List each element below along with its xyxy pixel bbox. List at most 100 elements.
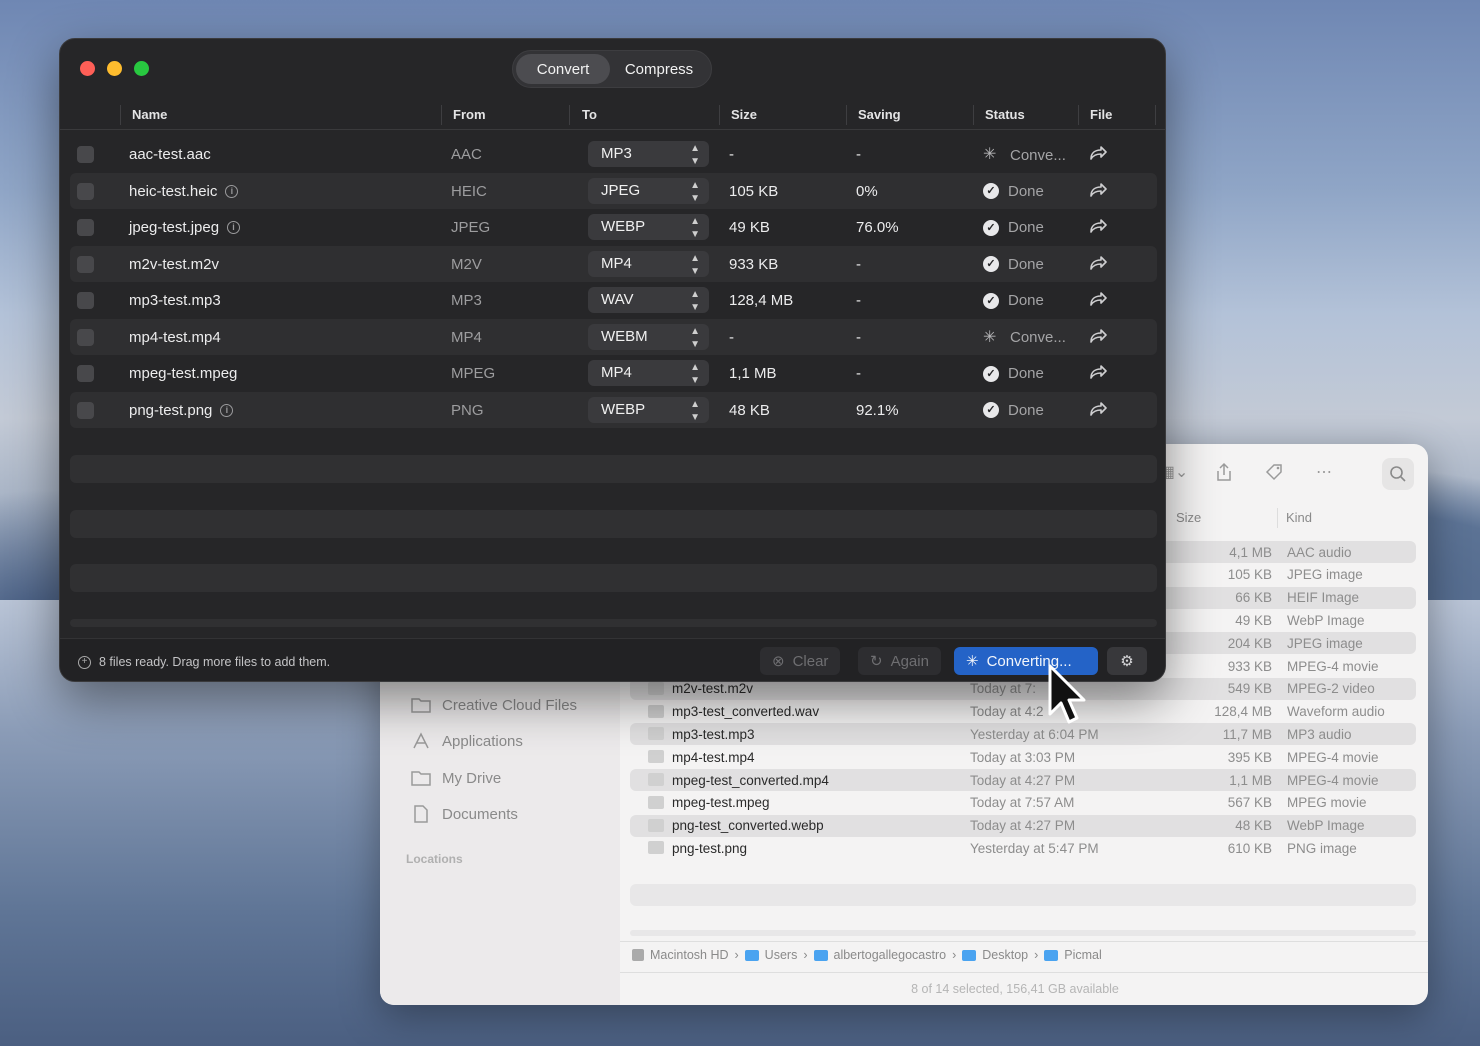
file-name: mp3-test_converted.wav [672,704,820,720]
file-name: mpeg-test.mpeg [672,795,770,811]
sidebar-item-my-drive[interactable]: My Drive [410,764,501,792]
size-value: 49 KB [729,219,770,236]
sidebar-item-documents[interactable]: Documents [410,800,518,828]
row-checkbox[interactable] [77,219,94,236]
checkmark-icon: ✓ [983,402,999,418]
file-kind: MPEG-4 movie [1287,772,1379,788]
from-format: MPEG [451,365,496,382]
to-format-select[interactable]: MP3 ▲ ▼ [588,141,709,167]
path-item[interactable]: albertogallegocastro [834,948,947,962]
clear-button[interactable]: ⊗ Clear [760,647,841,675]
again-button[interactable]: ↻ Again [858,647,941,675]
search-icon[interactable] [1382,458,1414,490]
share-arrow-icon[interactable] [1087,143,1107,163]
row-checkbox[interactable] [77,255,94,273]
column-header-kind[interactable]: Kind [1286,510,1312,525]
tab-compress[interactable]: Compress [610,54,708,84]
share-arrow-icon[interactable] [1087,289,1107,309]
size-value: - [729,328,734,346]
row-checkbox[interactable] [77,146,94,163]
table-row[interactable]: png-test.png i PNG WEBP ▲ ▼ 48 KB 92.1% ✓ Done [70,391,1157,428]
table-row[interactable]: mp3-test.mp3 MP3 WAV ▲ ▼ 128,4 MB - ✓ Done [70,282,1157,318]
finder-toolbar: ▦⌄ ⋯ [1160,458,1338,486]
to-format-select[interactable]: WAV ▲ ▼ [588,287,709,313]
to-format-select[interactable]: WEBP ▲ ▼ [588,396,709,423]
file-list-row[interactable]: mpeg-test.mpeg Today at 7:57 AM 567 KB MPEG… [630,792,1416,814]
zoom-window-button[interactable] [134,61,149,76]
column-header-saving[interactable]: Saving [858,107,901,122]
folder-icon [1044,949,1059,961]
file-list-row[interactable]: png-test.png Yesterday at 5:47 PM 610 KB PN… [630,837,1416,859]
document-icon [414,805,428,823]
file-list-row[interactable]: mp4-test.mp4 Today at 3:03 PM 395 KB MPEG-4… [630,746,1416,768]
path-item[interactable]: Users [765,948,798,962]
folder-icon [962,949,977,961]
column-header-size[interactable]: Size [1176,510,1201,525]
to-format-select[interactable]: MP4 ▲ ▼ [588,360,709,386]
info-icon[interactable]: i [220,403,234,417]
file-size: 610 KB [1227,840,1272,856]
file-name: mp4-test.mp4 [129,328,221,346]
size-value: 1,1 MB [729,365,777,382]
close-window-button[interactable] [80,61,95,76]
table-row[interactable]: aac-test.aac AAC MP3 ▲ ▼ - - ✳ Conve... [70,136,1157,172]
info-icon[interactable]: i [227,221,241,234]
file-list-row[interactable]: png-test_converted.webp Today at 4:27 PM 4… [630,814,1416,837]
column-header-from[interactable]: From [453,107,486,122]
file-date: Today at 4:2 [970,704,1044,720]
share-arrow-icon[interactable] [1087,216,1107,236]
share-arrow-icon[interactable] [1087,253,1107,273]
share-icon[interactable] [1210,458,1238,486]
share-arrow-icon[interactable] [1087,180,1107,200]
folder-icon [411,698,431,713]
to-format-select[interactable]: JPEG ▲ ▼ [588,177,709,204]
file-name: m2v-test.m2v [129,255,220,273]
row-checkbox[interactable] [77,401,94,419]
row-checkbox[interactable] [77,292,94,309]
path-item[interactable]: Picmal [1064,948,1102,962]
table-row[interactable]: mpeg-test.mpeg MPEG MP4 ▲ ▼ 1,1 MB - ✓ Done [70,355,1157,391]
table-row[interactable]: jpeg-test.jpeg i JPEG WEBP ▲ ▼ 49 KB 76.0% ✓ Done [70,209,1157,245]
sidebar-item-applications[interactable]: Applications [410,727,523,755]
to-format-select[interactable]: WEBP ▲ ▼ [588,214,709,240]
share-arrow-icon[interactable] [1087,326,1107,346]
column-header-name[interactable]: Name [132,107,167,122]
row-checkbox[interactable] [77,365,94,382]
from-format: M2V [451,255,482,273]
file-kind: WebP Image [1287,818,1365,834]
to-format-select[interactable]: MP4 ▲ ▼ [588,250,709,277]
table-row[interactable]: m2v-test.m2v M2V MP4 ▲ ▼ 933 KB - ✓ Done [70,245,1157,282]
info-icon[interactable]: i [225,184,239,198]
sidebar-item-creative-cloud[interactable]: Creative Cloud Files [410,691,577,719]
more-icon[interactable]: ⋯ [1310,458,1338,486]
saving-value: 92.1% [856,401,899,419]
row-checkbox[interactable] [77,182,94,200]
path-item[interactable]: Macintosh HD [650,948,729,962]
column-header-status[interactable]: Status [985,107,1025,122]
minimize-window-button[interactable] [107,61,122,76]
file-list-row[interactable]: mp3-test.mp3 Yesterday at 6:04 PM 11,7 MB M… [630,723,1416,746]
folder-icon [744,949,759,961]
mouse-cursor-icon [1048,664,1086,724]
to-format-select[interactable]: WEBM ▲ ▼ [588,323,709,350]
row-checkbox[interactable] [77,328,94,346]
settings-button[interactable]: ⚙ [1107,647,1147,675]
column-header-size[interactable]: Size [731,107,757,122]
file-list-row[interactable]: mp3-test_converted.wav Today at 4:2 128,4 … [630,701,1416,723]
file-name-cell: heic-test.heic i [129,183,239,200]
file-size: 395 KB [1227,749,1272,765]
path-item[interactable]: Desktop [982,948,1028,962]
share-arrow-icon[interactable] [1087,399,1107,419]
table-row[interactable]: heic-test.heic i HEIC JPEG ▲ ▼ 105 KB 0% ✓ Done [70,172,1157,209]
share-arrow-icon[interactable] [1087,362,1107,382]
chevron-updown-icon: ▲ ▼ [690,325,700,350]
column-header-file[interactable]: File [1090,107,1112,122]
column-header-to[interactable]: To [582,107,597,122]
file-size: 204 KB [1227,635,1272,651]
tag-icon[interactable] [1260,458,1288,486]
table-row[interactable]: mp4-test.mp4 MP4 WEBM ▲ ▼ - - ✳ Conve... [70,318,1157,355]
file-name-cell: aac-test.aac [129,146,211,163]
tab-convert[interactable]: Convert [516,54,610,84]
status-text: Done [1008,292,1044,309]
file-list-row[interactable]: mpeg-test_converted.mp4 Today at 4:27 PM 1… [630,769,1416,791]
